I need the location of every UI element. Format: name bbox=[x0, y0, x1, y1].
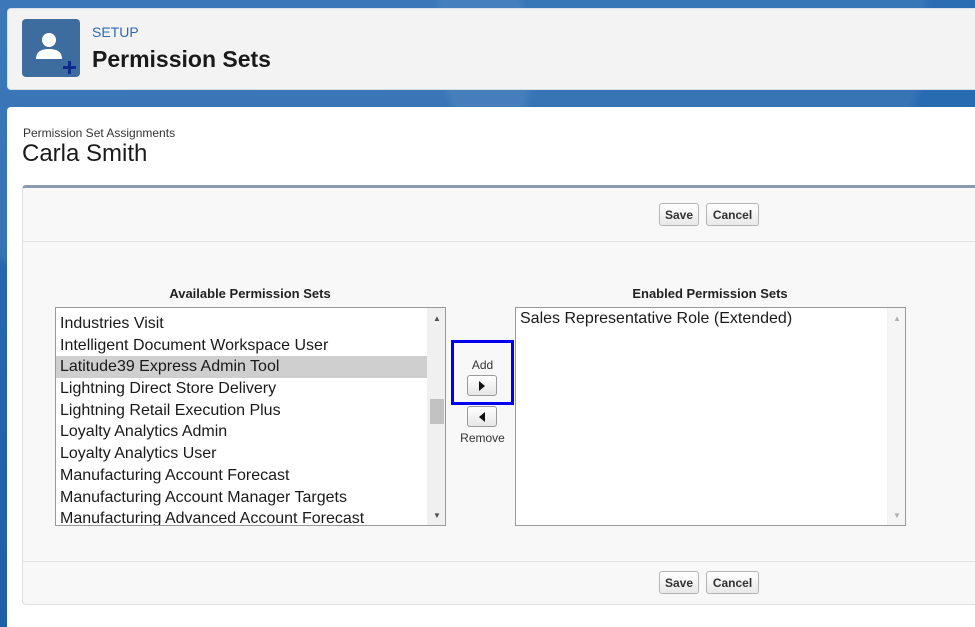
enabled-items: Sales Representative Role (Extended) bbox=[516, 308, 887, 330]
list-item[interactable]: Industries Visit bbox=[56, 313, 427, 335]
list-item[interactable]: Manufacturing Advanced Account Forecast bbox=[56, 508, 427, 525]
save-button-top[interactable]: Save bbox=[659, 203, 699, 226]
scroll-thumb[interactable] bbox=[430, 399, 444, 424]
page-header: SETUP Permission Sets bbox=[7, 8, 975, 90]
bottom-button-row: Save Cancel bbox=[23, 561, 975, 604]
remove-button[interactable] bbox=[467, 406, 497, 427]
scroll-up-icon[interactable]: ▲ bbox=[888, 309, 905, 327]
list-item[interactable]: Sales Representative Role (Extended) bbox=[516, 308, 887, 330]
list-item[interactable]: Lightning Direct Store Delivery bbox=[56, 378, 427, 400]
save-button-bottom[interactable]: Save bbox=[659, 571, 699, 594]
user-name-heading: Carla Smith bbox=[22, 140, 148, 167]
assignment-form: Save Cancel Available Permission Sets En… bbox=[22, 185, 975, 605]
available-permission-sets-list[interactable]: Industries Visit Intelligent Document Wor… bbox=[55, 307, 446, 526]
list-item[interactable]: Loyalty Analytics Admin bbox=[56, 421, 427, 443]
available-items: Industries Visit Intelligent Document Wor… bbox=[56, 313, 427, 525]
cancel-button-bottom[interactable]: Cancel bbox=[706, 571, 759, 594]
scroll-down-icon[interactable]: ▼ bbox=[428, 506, 445, 524]
list-item[interactable]: Manufacturing Account Manager Targets bbox=[56, 487, 427, 509]
enabled-scrollbar[interactable]: ▲ ▼ bbox=[887, 308, 905, 525]
list-item[interactable]: Loyalty Analytics User bbox=[56, 443, 427, 465]
page-title: Permission Sets bbox=[92, 46, 271, 72]
available-list-label: Available Permission Sets bbox=[169, 286, 331, 301]
scroll-up-icon[interactable]: ▲ bbox=[428, 309, 445, 327]
section-subtitle: Permission Set Assignments bbox=[23, 126, 176, 140]
scroll-down-icon[interactable]: ▼ bbox=[888, 506, 905, 524]
top-button-row: Save Cancel bbox=[23, 188, 975, 242]
available-scrollbar[interactable]: ▲ ▼ bbox=[427, 308, 445, 525]
list-item[interactable]: Lightning Retail Execution Plus bbox=[56, 400, 427, 422]
enabled-list-label: Enabled Permission Sets bbox=[632, 286, 788, 301]
setup-label[interactable]: SETUP bbox=[92, 24, 139, 40]
arrow-left-icon bbox=[479, 411, 485, 422]
add-label: Add bbox=[471, 358, 494, 372]
remove-label: Remove bbox=[460, 431, 505, 445]
list-item[interactable]: Latitude39 Express Admin Tool bbox=[56, 356, 427, 379]
arrow-right-icon bbox=[479, 380, 485, 391]
user-add-icon bbox=[22, 19, 80, 77]
main-content: Permission Set Assignments Carla Smith S… bbox=[7, 107, 975, 627]
list-item[interactable]: Manufacturing Account Forecast bbox=[56, 465, 427, 487]
list-item[interactable]: Intelligent Document Workspace User bbox=[56, 335, 427, 357]
add-button[interactable] bbox=[467, 375, 497, 396]
cancel-button-top[interactable]: Cancel bbox=[706, 203, 759, 226]
enabled-permission-sets-list[interactable]: Sales Representative Role (Extended) ▲ ▼ bbox=[515, 307, 906, 526]
